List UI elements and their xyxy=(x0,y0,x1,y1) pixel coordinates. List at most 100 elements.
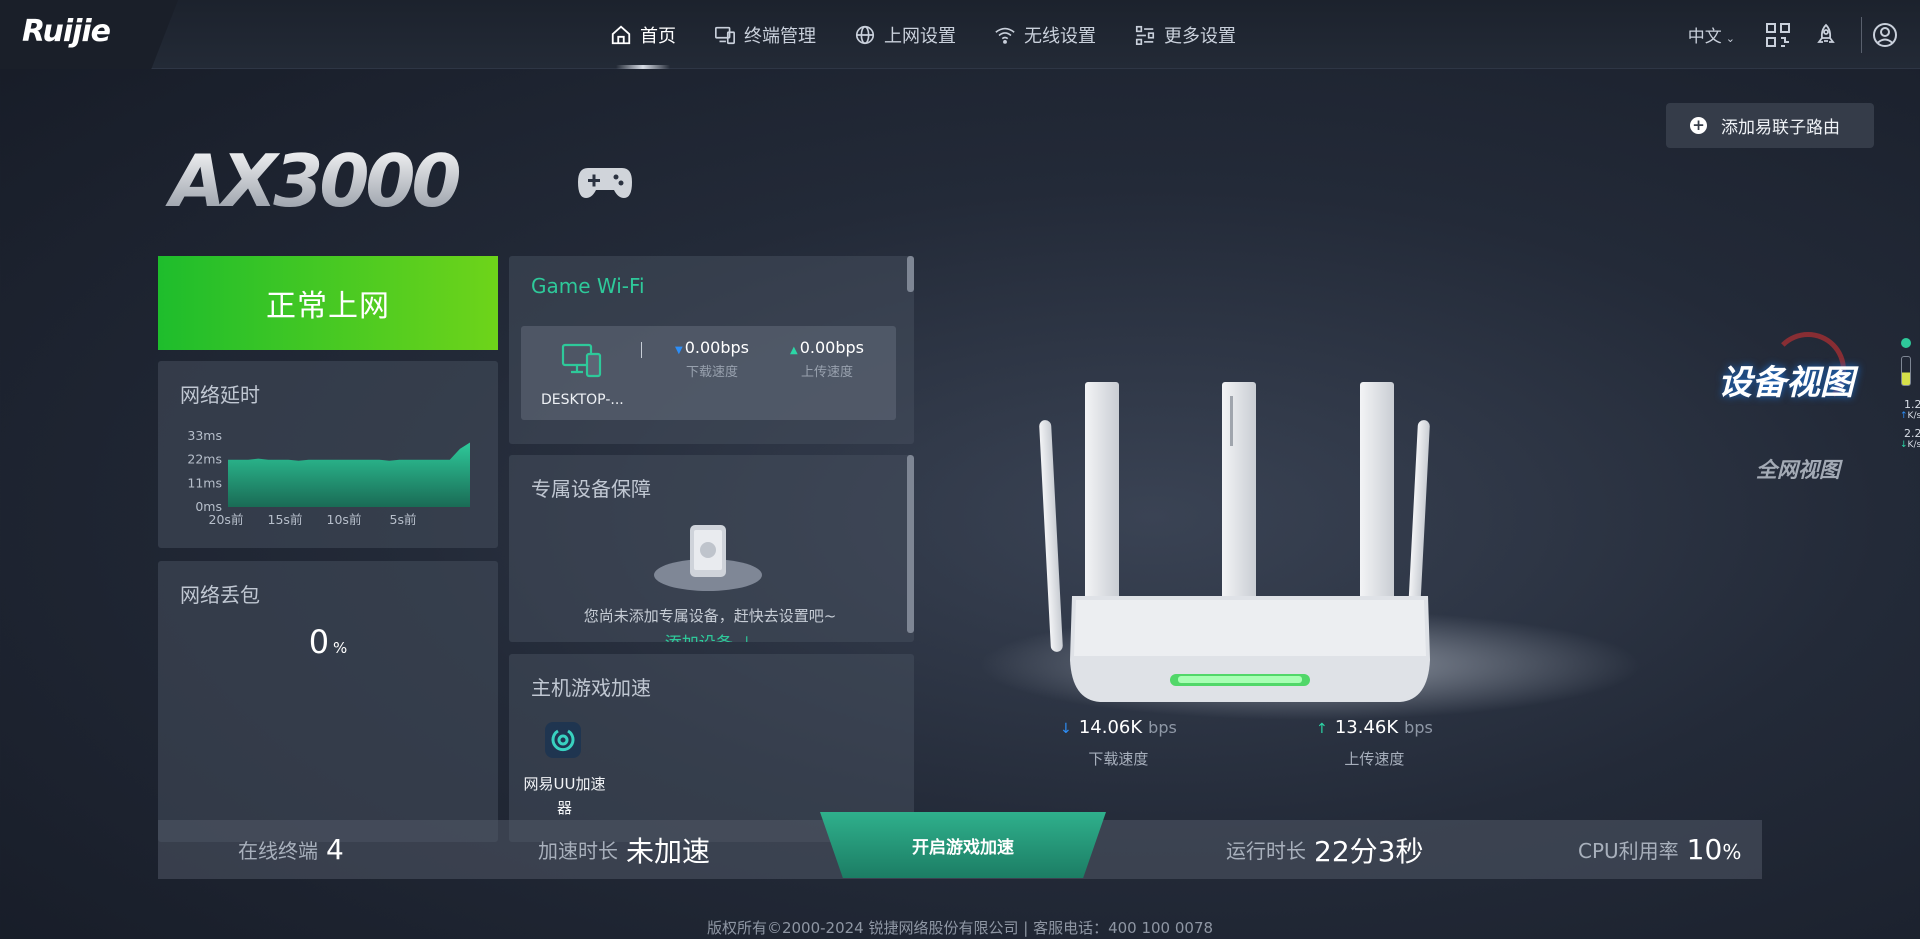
router-upload-unit: bps xyxy=(1404,718,1433,737)
packet-loss-unit: % xyxy=(333,639,348,657)
router-image xyxy=(980,382,1640,720)
cpu-value: 10 xyxy=(1686,833,1723,866)
arrow-up-icon: ↑ xyxy=(1900,411,1908,421)
devices-icon xyxy=(715,26,735,44)
side-speed-rail: 1.2 ↑K/s 2.2 ↓K/s xyxy=(1896,330,1920,450)
cpu-value-wrap: 10% xyxy=(1687,833,1742,866)
wifi-icon xyxy=(995,27,1015,44)
online-label: 在线终端 xyxy=(238,839,318,863)
phone-device-icon xyxy=(654,525,762,591)
latency-y-tick: 22ms xyxy=(187,452,222,467)
main-nav: 首页 终端管理 上网设置 无线设置 更多设置 xyxy=(596,0,1260,69)
router-download-value: 14.06K xyxy=(1078,717,1143,738)
divider xyxy=(641,342,642,358)
latency-y-tick: 33ms xyxy=(187,431,222,443)
globe-icon xyxy=(855,25,875,44)
nav-item-wireless[interactable]: 无线设置 xyxy=(980,0,1110,69)
accel-time-value: 未加速 xyxy=(626,834,711,868)
side-up-value: 1.2 xyxy=(1904,398,1920,411)
upload-value: 0.00bps xyxy=(799,338,864,357)
cpu-stat: CPU利用率 10% xyxy=(1578,820,1741,879)
nav-label: 上网设置 xyxy=(884,25,956,47)
connection-status-card[interactable]: 正常上网 xyxy=(158,256,498,350)
nav-item-devices[interactable]: 终端管理 xyxy=(700,0,830,69)
cpu-label: CPU利用率 xyxy=(1578,839,1679,863)
router-download: ↓ 14.06K bps 下载速度 xyxy=(1060,717,1177,769)
language-selector[interactable]: 中文 ⌄ xyxy=(1688,22,1735,47)
accel-button-label: 开启游戏加速 xyxy=(912,837,1014,858)
add-mesh-router-button[interactable]: + 添加易联子路由 xyxy=(1666,103,1874,148)
nav-item-more[interactable]: 更多设置 xyxy=(1120,0,1250,69)
game-accel-title: 主机游戏加速 xyxy=(531,676,651,700)
dedicated-device-panel: 专属设备保障 您尚未添加专属设备，赶快去设置吧~ 添加设备 ＋ xyxy=(509,455,914,642)
product-logo: AX3000 xyxy=(165,140,632,223)
nav-item-home[interactable]: 首页 xyxy=(596,0,690,69)
uptime-stat: 运行时长 22分3秒 xyxy=(1226,820,1423,879)
add-mesh-label: 添加易联子路由 xyxy=(1721,118,1840,138)
latency-panel: 网络延时 33ms 22ms 11ms 0ms 20s前 15s前 10s前 5s前 xyxy=(158,361,498,548)
side-down-value: 2.2 xyxy=(1904,427,1920,440)
nav-label: 终端管理 xyxy=(744,25,816,47)
device-view-tab[interactable]: 设备视图 xyxy=(1718,355,1854,404)
top-bar: Ruijie 首页 终端管理 上网设置 无线设置 更多设置 中文 ⌄ xyxy=(0,0,1920,69)
divider xyxy=(1861,16,1862,53)
nav-label: 首页 xyxy=(640,25,676,47)
start-game-accel-button[interactable]: 开启游戏加速 xyxy=(820,812,1106,878)
side-up-unit: K/s xyxy=(1907,411,1920,421)
download-label: 下载速度 xyxy=(685,365,738,380)
packet-loss-value: 0% xyxy=(158,623,498,661)
online-value: 4 xyxy=(326,833,344,866)
arrow-down-icon: ↓ xyxy=(1060,721,1072,737)
level-gauge xyxy=(1901,356,1911,386)
uu-accelerator-label[interactable]: 网易UU加速器 xyxy=(517,772,612,820)
latency-title: 网络延时 xyxy=(180,383,260,407)
side-down-unit: K/s xyxy=(1907,440,1920,450)
latency-area-series xyxy=(228,442,470,507)
device-upload: ▲ 0.00bps 上传速度 xyxy=(772,338,882,380)
status-dot xyxy=(1901,338,1911,348)
gamepad-icon xyxy=(578,168,632,198)
game-wifi-panel: Game Wi-Fi DESKTOP-... ▼ 0.00bps 下载速度 ▲ 0.… xyxy=(509,256,914,444)
computer-icon xyxy=(561,343,602,378)
nav-item-internet[interactable]: 上网设置 xyxy=(840,0,970,69)
plus-circle-icon: + xyxy=(1690,117,1707,134)
latency-x-tick: 5s前 xyxy=(390,512,417,526)
router-download-unit: bps xyxy=(1148,718,1177,737)
logo-area: Ruijie xyxy=(0,0,178,69)
home-icon xyxy=(611,25,631,44)
ruijie-logo[interactable]: Ruijie xyxy=(22,14,111,49)
top-right-tools: 中文 ⌄ xyxy=(1688,0,1920,69)
game-device-card[interactable]: DESKTOP-... ▼ 0.00bps 下载速度 ▲ 0.00bps 上传速度 xyxy=(521,326,896,420)
arrow-up-icon: ▲ xyxy=(790,345,798,356)
router-upload-value: 13.46K xyxy=(1334,717,1399,738)
qr-code-icon[interactable] xyxy=(1765,22,1791,48)
arrow-down-icon: ↓ xyxy=(1900,440,1908,450)
scrollbar[interactable] xyxy=(907,455,914,633)
online-devices-stat[interactable]: 在线终端 4 xyxy=(238,820,344,879)
router-upload: ↑ 13.46K bps 上传速度 xyxy=(1316,717,1433,769)
game-wifi-title[interactable]: Game Wi-Fi xyxy=(531,274,645,298)
product-name: AX3000 xyxy=(165,140,460,223)
latency-y-tick: 11ms xyxy=(187,475,222,490)
nav-label: 更多设置 xyxy=(1164,25,1236,47)
cpu-unit: % xyxy=(1722,840,1742,864)
uu-accelerator-icon[interactable] xyxy=(545,722,581,758)
router-download-label: 下载速度 xyxy=(1088,750,1149,768)
latency-chart: 33ms22ms11ms0ms20s前 15s前 10s前 5s前 xyxy=(187,431,470,526)
network-view-tab[interactable]: 全网视图 xyxy=(1756,454,1840,484)
dedicated-title: 专属设备保障 xyxy=(531,477,651,501)
download-value: 0.00bps xyxy=(684,338,749,357)
uptime-label: 运行时长 xyxy=(1226,839,1306,863)
rocket-icon[interactable] xyxy=(1813,22,1839,48)
packet-loss-number: 0 xyxy=(308,623,330,661)
user-account-icon[interactable] xyxy=(1872,22,1898,48)
accel-time-label: 加速时长 xyxy=(538,839,618,863)
upload-label: 上传速度 xyxy=(800,365,853,380)
scrollbar[interactable] xyxy=(907,256,914,292)
add-device-link[interactable]: 添加设备 ＋ xyxy=(509,629,911,642)
accel-time-stat: 加速时长 未加速 xyxy=(538,820,710,879)
arrow-down-icon: ▼ xyxy=(675,345,683,356)
router-upload-label: 上传速度 xyxy=(1344,750,1405,768)
copyright-footer: 版权所有©2000-2024 锐捷网络股份有限公司 | 客服电话：400 100… xyxy=(706,919,1214,937)
language-label: 中文 xyxy=(1687,27,1722,47)
